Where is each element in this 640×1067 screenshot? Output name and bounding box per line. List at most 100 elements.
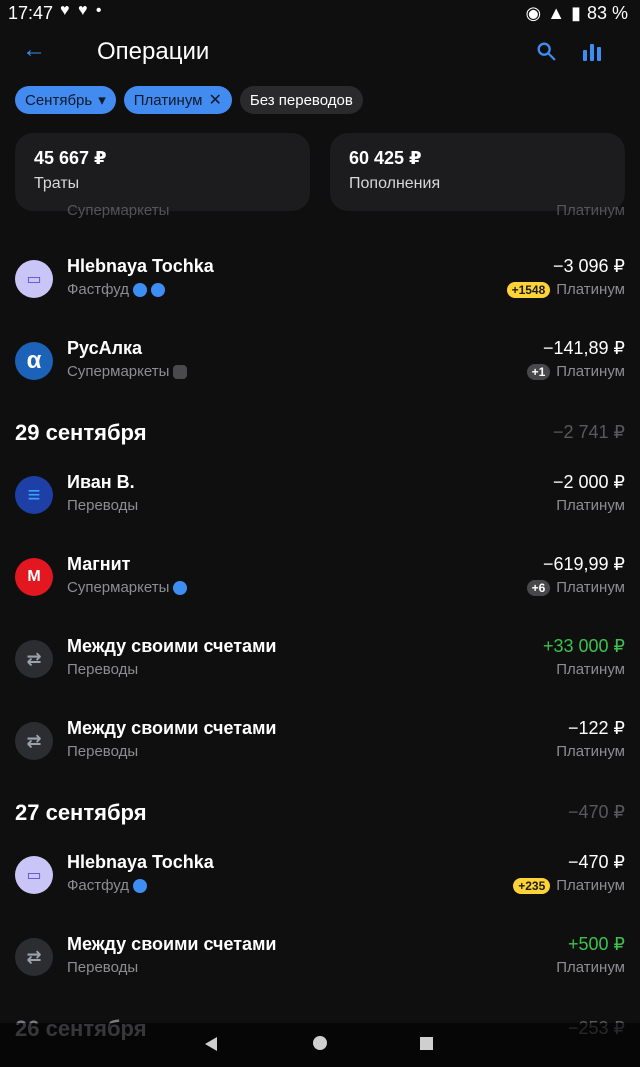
category-label: Супермаркеты xyxy=(67,363,170,380)
page-title: Операции xyxy=(97,38,210,65)
filter-chips: Сентябрь ▾ Платинум ✕ Без переводов xyxy=(15,86,363,114)
bonus-badge: +1548 xyxy=(506,281,551,298)
nav-recent-icon[interactable] xyxy=(420,1037,433,1050)
merchant-name: Hlebnaya Tochka xyxy=(67,256,214,276)
search-icon[interactable] xyxy=(535,40,557,62)
status-time: 17:47 xyxy=(8,3,54,23)
bank-avatar-icon: ≡ xyxy=(15,476,53,514)
battery-icon: ▮ xyxy=(571,3,581,23)
bonus-badge: +1 xyxy=(526,363,551,380)
bakery-avatar-icon: ▭ xyxy=(15,260,53,298)
bonus-badge: +235 xyxy=(513,877,551,894)
account-label: Платинум xyxy=(556,661,625,678)
amount: +500 ₽ xyxy=(568,934,625,954)
date-header: 29 сентября −2 741 ₽ xyxy=(0,414,640,454)
status-bar: 17:47 ♥ ♥ • ◉ ▲ ▮ 83 % xyxy=(0,0,640,26)
spend-label: Траты xyxy=(34,175,80,192)
account: Платинум xyxy=(556,497,625,514)
account: +235 Платинум xyxy=(513,877,625,894)
list-item[interactable]: ≡ Иван В. Переводы −2 000 ₽ Платинум xyxy=(0,468,640,538)
nav-back-icon[interactable] xyxy=(205,1037,217,1051)
list-item[interactable]: ⇄ Между своими счетами Переводы −122 ₽ П… xyxy=(0,714,640,784)
income-label: Пополнения xyxy=(349,175,441,192)
account-label: Платинум xyxy=(556,959,625,976)
list-item[interactable]: M Магнит Супермаркеты −619,99 ₽ +6 Плати… xyxy=(0,550,640,620)
account: +6 Платинум xyxy=(526,579,625,596)
category-label: Переводы xyxy=(67,959,139,976)
list-item[interactable]: ▭ Hlebnaya Tochka Фастфуд −470 ₽ +235 Пл… xyxy=(0,848,640,918)
notification-icons: ♥ ♥ • xyxy=(60,2,104,19)
list-item[interactable]: ⇄ Между своими счетами Переводы +33 000 … xyxy=(0,632,640,702)
merchant-name: Магнит xyxy=(67,554,131,574)
account-label: Платинум xyxy=(556,497,625,514)
category: Супермаркеты xyxy=(67,579,188,596)
category: Фастфуд xyxy=(67,281,166,298)
bonus-badge: +6 xyxy=(526,579,551,596)
caret-down-icon: ▾ xyxy=(98,92,106,109)
account: +1548 Платинум xyxy=(506,281,625,298)
spend-amount: 45 667 ₽ xyxy=(34,148,107,168)
category: Переводы xyxy=(67,959,138,976)
date-label: 29 сентября xyxy=(15,420,147,445)
category: Фастфуд xyxy=(67,877,148,894)
back-arrow-icon[interactable]: ← xyxy=(22,38,46,62)
amount: −3 096 ₽ xyxy=(552,256,625,276)
account: Платинум xyxy=(556,743,625,760)
alpha-avatar-icon: α xyxy=(15,342,53,380)
filter-transfers-label: Без переводов xyxy=(249,91,353,109)
transfer-arrows-icon: ⇄ xyxy=(15,640,53,678)
account-label: Платинум xyxy=(556,877,625,894)
merchant-name: Hlebnaya Tochka xyxy=(67,852,214,872)
category-label: Переводы xyxy=(67,497,139,514)
status-right: ◉ ▲ ▮ 83 % xyxy=(526,3,628,24)
signal-icon: ▲ xyxy=(547,3,566,23)
operation-name: Между своими счетами xyxy=(67,934,277,954)
account-label: Платинум xyxy=(556,743,625,760)
account: Платинум xyxy=(556,661,625,678)
filter-month-label: Сентябрь xyxy=(25,91,93,109)
nav-home-icon[interactable] xyxy=(313,1036,327,1050)
category: Супермаркеты xyxy=(67,363,188,380)
amount: +33 000 ₽ xyxy=(542,636,625,656)
recipient-name: Иван В. xyxy=(67,472,135,492)
wifi-icon: ◉ xyxy=(525,3,542,23)
account-label: Платинум xyxy=(556,202,625,219)
list-item[interactable]: α РусАлка Супермаркеты −141,89 ₽ +1 Плат… xyxy=(0,334,640,404)
system-nav-bar xyxy=(0,1023,640,1067)
operations-list: Супермаркеты Платинум ▭ Hlebnaya Tochka … xyxy=(0,200,640,1040)
amount: −619,99 ₽ xyxy=(542,554,625,574)
merchant-name: РусАлка xyxy=(67,338,143,358)
filter-transfers-chip[interactable]: Без переводов xyxy=(239,86,363,114)
category-label: Фастфуд xyxy=(67,877,130,894)
date-total: −470 ₽ xyxy=(568,802,625,822)
category-label: Фастфуд xyxy=(67,281,130,298)
battery-level: 83 % xyxy=(586,3,628,23)
account: +1 Платинум xyxy=(526,363,625,380)
filter-month-chip[interactable]: Сентябрь ▾ xyxy=(15,86,116,114)
bonus-icon xyxy=(133,878,148,893)
close-icon[interactable]: ✕ xyxy=(208,90,221,110)
filter-card-chip[interactable]: Платинум ✕ xyxy=(123,86,232,114)
account-label: Платинум xyxy=(556,363,625,380)
date-label: 27 сентября xyxy=(15,800,147,825)
list-item[interactable]: Супермаркеты Платинум xyxy=(0,200,640,222)
account-label: Платинум xyxy=(556,281,625,298)
list-item[interactable]: ▭ Hlebnaya Tochka Фастфуд −3 096 ₽ +1548… xyxy=(0,252,640,322)
category-label: Супермаркеты xyxy=(67,579,170,596)
account: Платинум xyxy=(556,959,625,976)
category: Переводы xyxy=(67,743,138,760)
magnit-avatar-icon: M xyxy=(15,558,53,596)
date-header: 27 сентября −470 ₽ xyxy=(0,794,640,834)
app-bar: ← Операции xyxy=(0,28,640,76)
cashback-icon xyxy=(133,282,148,297)
analytics-chart-icon[interactable] xyxy=(580,40,604,64)
transfer-arrows-icon: ⇄ xyxy=(15,938,53,976)
cashback-icon xyxy=(173,580,188,595)
bakery-avatar-icon: ▭ xyxy=(15,856,53,894)
account-label: Платинум xyxy=(556,579,625,596)
filter-card-label: Платинум xyxy=(133,91,203,109)
operation-name: Между своими счетами xyxy=(67,636,277,656)
category-label: Супермаркеты xyxy=(67,202,170,219)
list-item[interactable]: ⇄ Между своими счетами Переводы +500 ₽ П… xyxy=(0,930,640,1000)
category-label: Переводы xyxy=(67,743,139,760)
